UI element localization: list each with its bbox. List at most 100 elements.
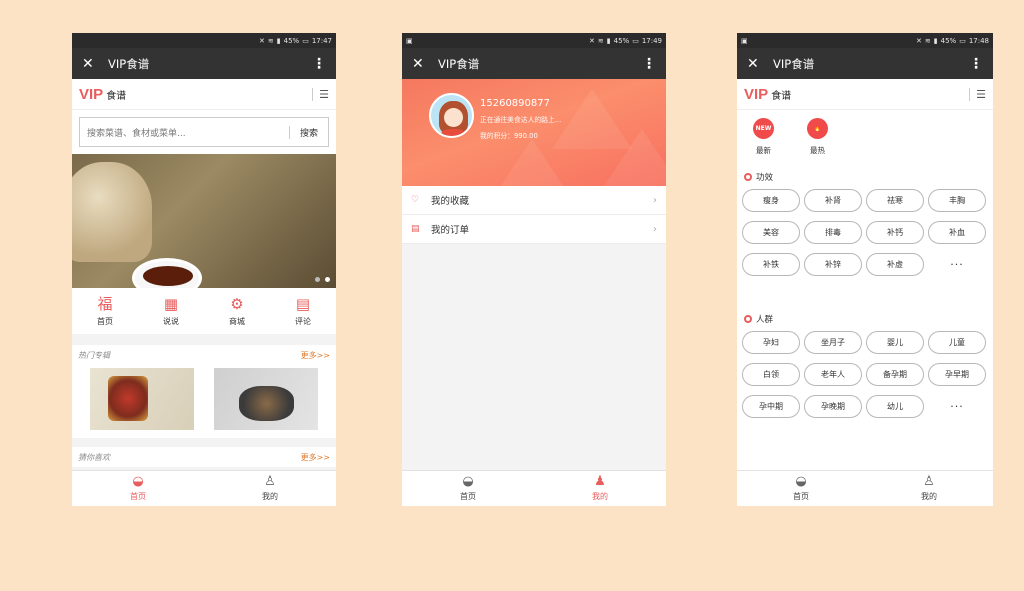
tag-button[interactable]: 瘦身: [742, 189, 800, 212]
tag-button[interactable]: 祛寒: [866, 189, 924, 212]
tag-button[interactable]: 孕妇: [742, 331, 800, 354]
mute-icon: ✕: [259, 36, 265, 45]
tag-button[interactable]: 孕早期: [928, 363, 986, 386]
signal-icon: ▮: [276, 36, 281, 45]
banner-carousel[interactable]: [72, 154, 336, 288]
tag-button[interactable]: 补虚: [866, 253, 924, 276]
mute-icon: ✕: [916, 36, 922, 45]
app-title: VIP食谱: [773, 56, 815, 71]
profile-menu: ♡ 我的收藏 › ▤ 我的订单 ›: [402, 186, 666, 244]
menu-favorites-label: 我的收藏: [431, 196, 470, 207]
tag-button[interactable]: 补铁: [742, 253, 800, 276]
search-menu-icon[interactable]: ☰: [969, 87, 986, 101]
status-bar: ▣ ✕ ≋ ▮ 45% ▭ 17:49: [402, 33, 666, 48]
tab-bar: ◒ 首页 ♟ 我的: [402, 470, 666, 506]
more-link[interactable]: 更多>>: [301, 452, 330, 463]
tag-button[interactable]: 补血: [928, 221, 986, 244]
menu-favorites[interactable]: ♡ 我的收藏 ›: [402, 186, 666, 215]
tab-home[interactable]: ◒ 首页: [737, 471, 865, 506]
tab-home[interactable]: ◒ 首页: [72, 471, 204, 506]
signal-icon: ▮: [606, 36, 611, 45]
tag-button[interactable]: 美容: [742, 221, 800, 244]
more-icon[interactable]: ⋮: [312, 56, 326, 72]
avatar[interactable]: [429, 93, 474, 138]
close-icon[interactable]: ✕: [412, 56, 438, 72]
clock: 17:49: [641, 36, 662, 45]
tag-button[interactable]: 白领: [742, 363, 800, 386]
tag-button[interactable]: 孕晚期: [804, 395, 862, 418]
bullet-icon: [744, 315, 752, 323]
more-tags-button[interactable]: ···: [928, 395, 986, 418]
phone-category-screen: ▣ ✕ ≋ ▮ 45% ▭ 17:48 ✕ VIP食谱 ⋮ VIP 食谱 ☰ N…: [737, 33, 993, 506]
tab-mine-label: 我的: [921, 492, 937, 501]
album-thumbnail[interactable]: [90, 368, 194, 430]
tag-button[interactable]: 老年人: [804, 363, 862, 386]
tag-button[interactable]: 丰胸: [928, 189, 986, 212]
more-icon[interactable]: ⋮: [969, 56, 983, 72]
category-newest[interactable]: NEW 最新: [753, 118, 774, 156]
tab-mine[interactable]: ♙ 我的: [865, 471, 993, 506]
tag-button[interactable]: 幼儿: [866, 395, 924, 418]
more-tags-button[interactable]: ···: [928, 253, 986, 276]
nav-talk[interactable]: ▦ 说说: [138, 288, 204, 334]
user-phone: 15260890877: [480, 98, 550, 109]
more-icon[interactable]: ⋮: [642, 56, 656, 72]
banner-image-cup: [132, 258, 202, 288]
bullet-icon: [744, 173, 752, 181]
nav-talk-label: 说说: [163, 316, 179, 326]
tag-button[interactable]: 补锌: [804, 253, 862, 276]
nav-shop[interactable]: ⚙ 商城: [204, 288, 270, 334]
tag-button[interactable]: 孕中期: [742, 395, 800, 418]
tab-mine[interactable]: ♟ 我的: [534, 471, 666, 506]
hot-albums-section: 热门专辑 更多>>: [72, 345, 336, 438]
logo-row: VIP 食谱 ☰: [737, 79, 993, 110]
status-bar: ▣ ✕ ≋ ▮ 45% ▭ 17:48: [737, 33, 993, 48]
wifi-icon: ≋: [267, 36, 274, 45]
category-hottest-label: 最热: [810, 146, 825, 155]
battery-icon: ▭: [302, 36, 309, 45]
nav-home[interactable]: 福 首页: [72, 288, 138, 334]
group-title: 人群: [756, 315, 774, 325]
nav-comment[interactable]: ▤ 评论: [270, 288, 336, 334]
tag-button[interactable]: 补肾: [804, 189, 862, 212]
tag-button[interactable]: 补钙: [866, 221, 924, 244]
battery-text: 45%: [283, 36, 300, 45]
search-input[interactable]: 搜索菜谱、食材或菜单... 搜索: [79, 117, 329, 147]
search-button[interactable]: 搜索: [288, 125, 328, 139]
title-bar: ✕ VIP食谱 ⋮: [737, 48, 993, 79]
clock: 17:48: [968, 36, 989, 45]
tab-mine-label: 我的: [262, 492, 278, 501]
tab-home-label: 首页: [793, 492, 809, 501]
battery-icon: ▭: [959, 36, 966, 45]
grid-icon: ▦: [163, 294, 179, 313]
tab-home[interactable]: ◒ 首页: [402, 471, 534, 506]
tag-button[interactable]: 婴儿: [866, 331, 924, 354]
list-icon: ▤: [411, 224, 420, 234]
tab-bar: ◒ 首页 ♙ 我的: [72, 470, 336, 506]
menu-orders[interactable]: ▤ 我的订单 ›: [402, 215, 666, 244]
pot-icon: ◒: [132, 474, 144, 489]
tag-button[interactable]: 儿童: [928, 331, 986, 354]
banner-image-jar: [72, 162, 152, 262]
more-link[interactable]: 更多>>: [301, 350, 330, 361]
tab-mine-label: 我的: [592, 492, 608, 501]
tab-mine[interactable]: ♙ 我的: [204, 471, 336, 506]
tag-button[interactable]: 坐月子: [804, 331, 862, 354]
album-thumbnail[interactable]: [214, 368, 318, 430]
search-menu-icon[interactable]: ☰: [312, 87, 329, 101]
section-title: 热门专辑: [78, 350, 110, 360]
title-bar: ✕ VIP食谱 ⋮: [72, 48, 336, 79]
group-people: 人群 孕妇 坐月子 婴儿 儿童 白领 老年人 备孕期 孕早期 孕中期 孕晚期 幼…: [737, 311, 993, 418]
pot-icon: ◒: [462, 474, 474, 489]
nav-home-label: 首页: [97, 316, 113, 326]
nav-shop-label: 商城: [229, 316, 245, 326]
status-bar: ✕ ≋ ▮ 45% ▭ 17:47: [72, 33, 336, 48]
group-title: 功效: [756, 173, 774, 183]
tag-button[interactable]: 排毒: [804, 221, 862, 244]
close-icon[interactable]: ✕: [747, 56, 773, 72]
mute-icon: ✕: [589, 36, 595, 45]
tag-button[interactable]: 备孕期: [866, 363, 924, 386]
close-icon[interactable]: ✕: [82, 56, 108, 72]
image-icon: ▣: [406, 36, 413, 45]
category-hottest[interactable]: 🔥 最热: [807, 118, 828, 156]
